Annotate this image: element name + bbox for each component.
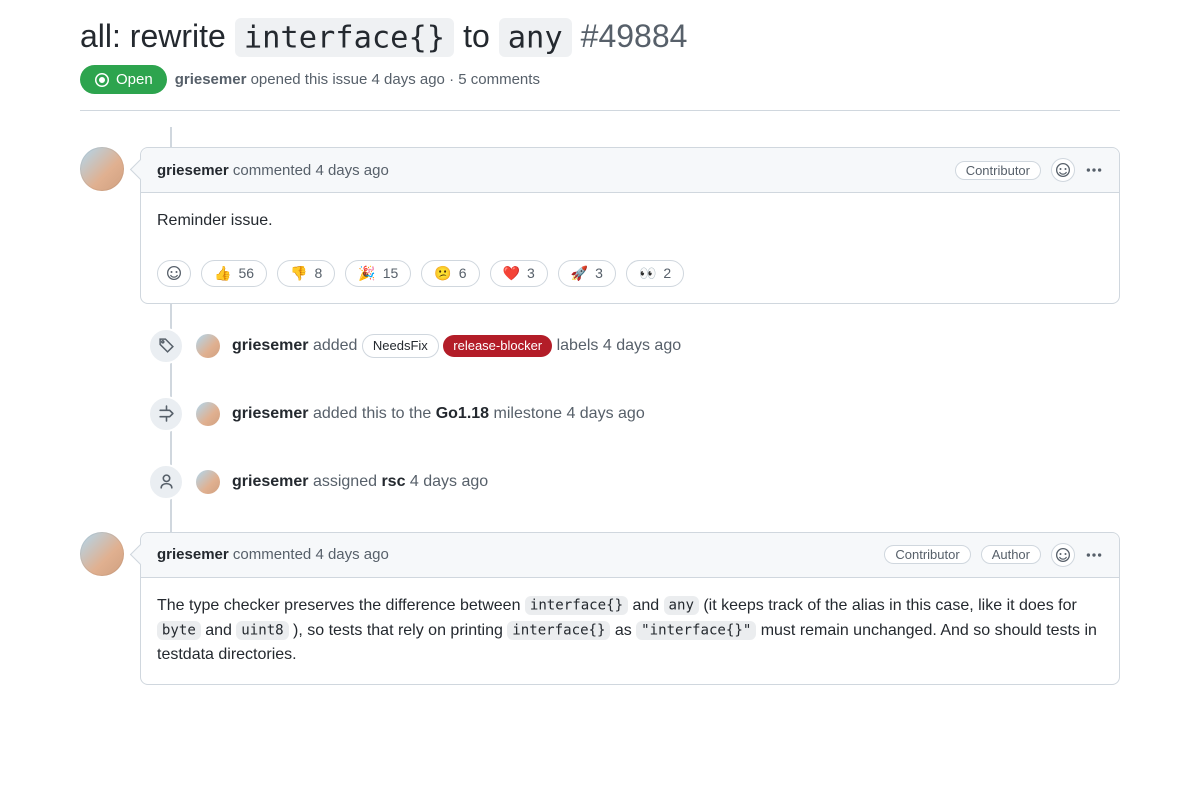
event-actor-link[interactable]: griesemer	[232, 473, 309, 490]
event-actor-link[interactable]: griesemer	[232, 405, 309, 422]
avatar[interactable]	[196, 402, 220, 426]
reactions-bar: 👍56👎8🎉15😕6❤️3🚀3👀2	[141, 250, 1119, 303]
smiley-icon	[1055, 162, 1071, 178]
reaction-button[interactable]: 👍 56	[201, 260, 267, 287]
milestone-icon	[158, 405, 175, 422]
title-pre: all: rewrite	[80, 18, 235, 54]
add-reaction-button[interactable]	[157, 260, 191, 287]
add-reaction-button[interactable]	[1051, 543, 1075, 567]
reaction-count: 2	[663, 265, 671, 281]
comment-timestamp-link[interactable]: 4 days ago	[315, 162, 388, 179]
code-inline: interface{}	[507, 621, 610, 640]
role-contributor-pill: Contributor	[884, 545, 970, 564]
timeline-event-assigned: griesemer assigned rsc 4 days ago	[148, 464, 1120, 500]
reaction-emoji: 👀	[639, 265, 656, 282]
reaction-button[interactable]: 🎉 15	[345, 260, 411, 287]
comment-timestamp-link[interactable]: 4 days ago	[315, 546, 388, 563]
event-badge	[148, 396, 184, 432]
reaction-count: 3	[595, 265, 603, 281]
reaction-emoji: 😕	[434, 265, 451, 282]
assignee-link[interactable]: rsc	[381, 473, 405, 490]
reaction-button[interactable]: 👎8	[277, 260, 335, 287]
comment-body: The type checker preserves the differenc…	[141, 578, 1119, 684]
milestone-link[interactable]: Go1.18	[436, 405, 489, 422]
issue-number: #49884	[581, 18, 688, 54]
event-actor-link[interactable]: griesemer	[232, 337, 309, 354]
reaction-emoji: 🎉	[358, 265, 375, 282]
event-badge	[148, 464, 184, 500]
timeline-event-labeled: griesemer added NeedsFix release-blocker…	[148, 328, 1120, 364]
state-badge-open: Open	[80, 65, 167, 94]
reaction-count: 15	[383, 265, 399, 281]
comment-header: griesemer commented 4 days ago Contribut…	[141, 533, 1119, 578]
reaction-emoji: 🚀	[571, 265, 588, 282]
kebab-menu-button[interactable]	[1085, 161, 1103, 179]
comment-box: griesemer commented 4 days ago Contribut…	[140, 532, 1120, 685]
event-text: griesemer assigned rsc 4 days ago	[232, 473, 488, 491]
reaction-count: 6	[459, 265, 467, 281]
timeline: griesemer commented 4 days ago Contribut…	[80, 127, 1120, 685]
comment-block: griesemer commented 4 days ago Contribut…	[80, 147, 1120, 304]
comment-author-link[interactable]: griesemer	[157, 546, 229, 563]
reaction-button[interactable]: 👀2	[626, 260, 684, 287]
add-reaction-button[interactable]	[1051, 158, 1075, 182]
kebab-icon	[1085, 546, 1103, 564]
opened-when: 4 days ago	[372, 71, 445, 88]
comment-block: griesemer commented 4 days ago Contribut…	[80, 532, 1120, 685]
avatar[interactable]	[196, 470, 220, 494]
avatar[interactable]	[80, 532, 124, 576]
smiley-icon	[1055, 547, 1071, 563]
event-badge	[148, 328, 184, 364]
issue-byline: griesemer opened this issue 4 days ago ·…	[175, 71, 540, 88]
reaction-count: 8	[314, 265, 322, 281]
event-when: 4 days ago	[405, 473, 488, 490]
comment-author-link[interactable]: griesemer	[157, 162, 229, 179]
reaction-emoji: ❤️	[503, 265, 520, 282]
issue-open-icon	[94, 72, 110, 88]
reaction-count: 56	[238, 265, 254, 281]
title-code-1: interface{}	[235, 18, 454, 58]
issue-title: all: rewrite interface{} to any #49884	[80, 16, 1120, 57]
code-inline: interface{}	[525, 596, 628, 615]
comments-count: 5 comments	[458, 71, 540, 88]
label-pill[interactable]: release-blocker	[443, 335, 552, 357]
comment-box: griesemer commented 4 days ago Contribut…	[140, 147, 1120, 304]
reaction-button[interactable]: 🚀3	[558, 260, 616, 287]
label-pill[interactable]: NeedsFix	[362, 334, 439, 358]
avatar[interactable]	[80, 147, 124, 191]
code-inline: byte	[157, 621, 201, 640]
event-when: 4 days ago	[603, 337, 681, 354]
person-icon	[158, 473, 175, 490]
code-inline: any	[664, 596, 699, 615]
code-inline: uint8	[236, 621, 288, 640]
avatar[interactable]	[196, 334, 220, 358]
reaction-emoji: 👍	[214, 265, 231, 282]
reaction-emoji: 👎	[290, 265, 307, 282]
role-contributor-pill: Contributor	[955, 161, 1041, 180]
event-text: griesemer added NeedsFix release-blocker…	[232, 334, 681, 358]
issue-meta-row: Open griesemer opened this issue 4 days …	[80, 65, 1120, 111]
comment-header: griesemer commented 4 days ago Contribut…	[141, 148, 1119, 193]
reaction-button[interactable]: ❤️ 3	[490, 260, 548, 287]
event-when: 4 days ago	[566, 405, 644, 422]
tag-icon	[158, 337, 175, 354]
title-code-2: any	[499, 18, 572, 58]
role-author-pill: Author	[981, 545, 1041, 564]
state-label: Open	[116, 71, 153, 88]
timeline-event-milestoned: griesemer added this to the Go1.18 miles…	[148, 396, 1120, 432]
comment-body: Reminder issue.	[141, 193, 1119, 250]
kebab-menu-button[interactable]	[1085, 546, 1103, 564]
author-link[interactable]: griesemer	[175, 71, 247, 88]
event-text: griesemer added this to the Go1.18 miles…	[232, 405, 645, 423]
code-inline: "interface{}"	[636, 621, 756, 640]
reaction-button[interactable]: 😕6	[421, 260, 479, 287]
kebab-icon	[1085, 161, 1103, 179]
smiley-icon	[166, 265, 182, 281]
title-mid: to	[454, 18, 498, 54]
reaction-count: 3	[527, 265, 535, 281]
